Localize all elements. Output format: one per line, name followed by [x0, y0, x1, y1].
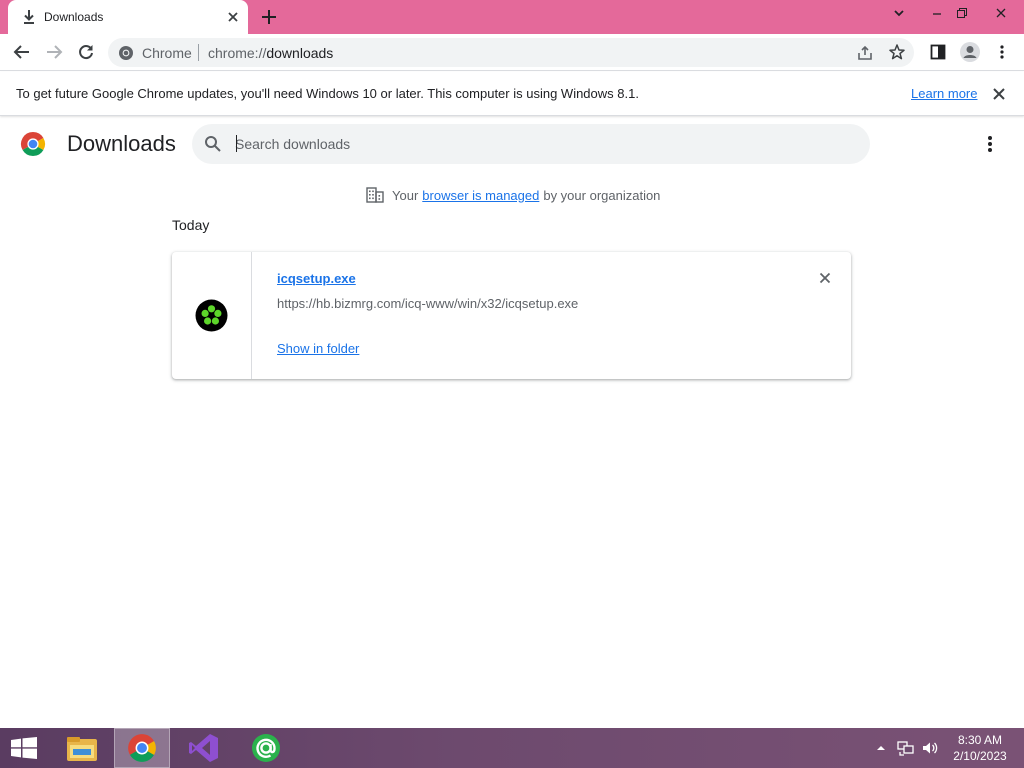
reload-button[interactable] [74, 40, 98, 64]
profile-button[interactable] [958, 40, 982, 64]
site-label: Chrome [142, 45, 192, 61]
chrome-menu-button[interactable] [990, 40, 1014, 64]
remove-item-close-icon[interactable] [817, 270, 833, 286]
more-vert-icon [1000, 45, 1004, 59]
building-icon [366, 187, 384, 203]
new-tab-button[interactable] [258, 6, 280, 28]
managed-suffix: by your organization [543, 187, 661, 203]
back-button[interactable] [10, 40, 34, 64]
mail-at-icon [252, 734, 280, 762]
taskbar-file-explorer[interactable] [54, 728, 110, 768]
taskbar-clock[interactable]: 8:30 AM 2/10/2023 [950, 732, 1010, 764]
share-icon[interactable] [856, 44, 874, 62]
arrow-back-icon [13, 45, 29, 59]
network-icon [897, 741, 914, 756]
tab-search-button[interactable] [884, 2, 914, 24]
url-host: downloads [266, 45, 334, 61]
tab-close-icon[interactable] [224, 8, 242, 26]
windows-logo-icon [11, 737, 37, 759]
more-actions-icon[interactable] [980, 133, 1000, 155]
chrome-icon [128, 734, 156, 762]
volume-button[interactable] [920, 728, 940, 768]
show-hidden-icons-button[interactable] [874, 728, 888, 768]
taskbar-chrome[interactable] [114, 728, 170, 768]
taskbar-visual-studio[interactable] [176, 728, 232, 768]
file-name-link[interactable]: icqsetup.exe [277, 271, 356, 286]
tab-downloads[interactable]: Downloads [8, 0, 248, 34]
network-button[interactable] [896, 728, 916, 768]
date-header: Today [172, 217, 210, 233]
taskbar: 8:30 AM 2/10/2023 [0, 728, 1024, 768]
arrow-forward-icon [47, 45, 63, 59]
bookmark-star-icon[interactable] [888, 43, 906, 61]
minimize-icon [933, 13, 941, 15]
address-bar[interactable]: Chrome chrome://downloads [108, 38, 914, 67]
file-source-url: https://hb.bizmrg.com/icq-www/win/x32/ic… [277, 296, 579, 311]
update-infobar: To get future Google Chrome updates, you… [0, 72, 1024, 116]
show-in-folder-link[interactable]: Show in folder [277, 341, 359, 356]
avatar-icon [960, 42, 980, 62]
tab-strip: Downloads [0, 0, 1024, 34]
infobar-close-icon[interactable] [990, 85, 1008, 103]
download-item: icqsetup.exe https://hb.bizmrg.com/icq-w… [172, 252, 851, 379]
close-icon [996, 8, 1006, 18]
clock-date: 2/10/2023 [953, 749, 1007, 763]
icq-flower-icon [195, 299, 228, 332]
url-text: chrome://downloads [208, 45, 333, 61]
file-explorer-icon [67, 737, 97, 761]
restore-button[interactable] [947, 2, 977, 24]
search-input[interactable] [235, 124, 855, 164]
clock-time: 8:30 AM [957, 733, 1003, 747]
file-icon-area [172, 252, 252, 379]
visual-studio-icon [189, 734, 218, 762]
reload-icon [79, 45, 93, 60]
page-title: Downloads [67, 131, 176, 156]
chrome-site-icon [119, 46, 133, 60]
restore-icon [957, 8, 967, 18]
forward-button[interactable] [42, 40, 66, 64]
side-panel-icon [930, 44, 946, 60]
text-caret [236, 135, 237, 152]
omnibox-divider [198, 44, 199, 61]
managed-prefix: Your [392, 187, 419, 203]
toolbar: Chrome chrome://downloads [0, 34, 1024, 71]
taskbar-mail[interactable] [238, 728, 294, 768]
url-scheme: chrome:// [208, 45, 267, 61]
search-bar [192, 124, 870, 164]
chrome-logo-icon [20, 132, 46, 157]
chevron-down-icon [894, 10, 904, 17]
infobar-message: To get future Google Chrome updates, you… [16, 86, 639, 101]
managed-notice: Your browser is managed by your organiza… [366, 185, 660, 205]
download-icon [24, 10, 34, 24]
tab-title: Downloads [44, 10, 104, 24]
search-icon [205, 136, 221, 152]
managed-link[interactable]: browser is managed [422, 188, 539, 203]
side-panel-button[interactable] [926, 40, 950, 64]
start-button[interactable] [0, 728, 48, 768]
window-close-button[interactable] [986, 2, 1016, 24]
volume-icon [923, 742, 938, 754]
tray-chevron-up-icon [877, 746, 885, 750]
learn-more-link[interactable]: Learn more [911, 86, 977, 101]
